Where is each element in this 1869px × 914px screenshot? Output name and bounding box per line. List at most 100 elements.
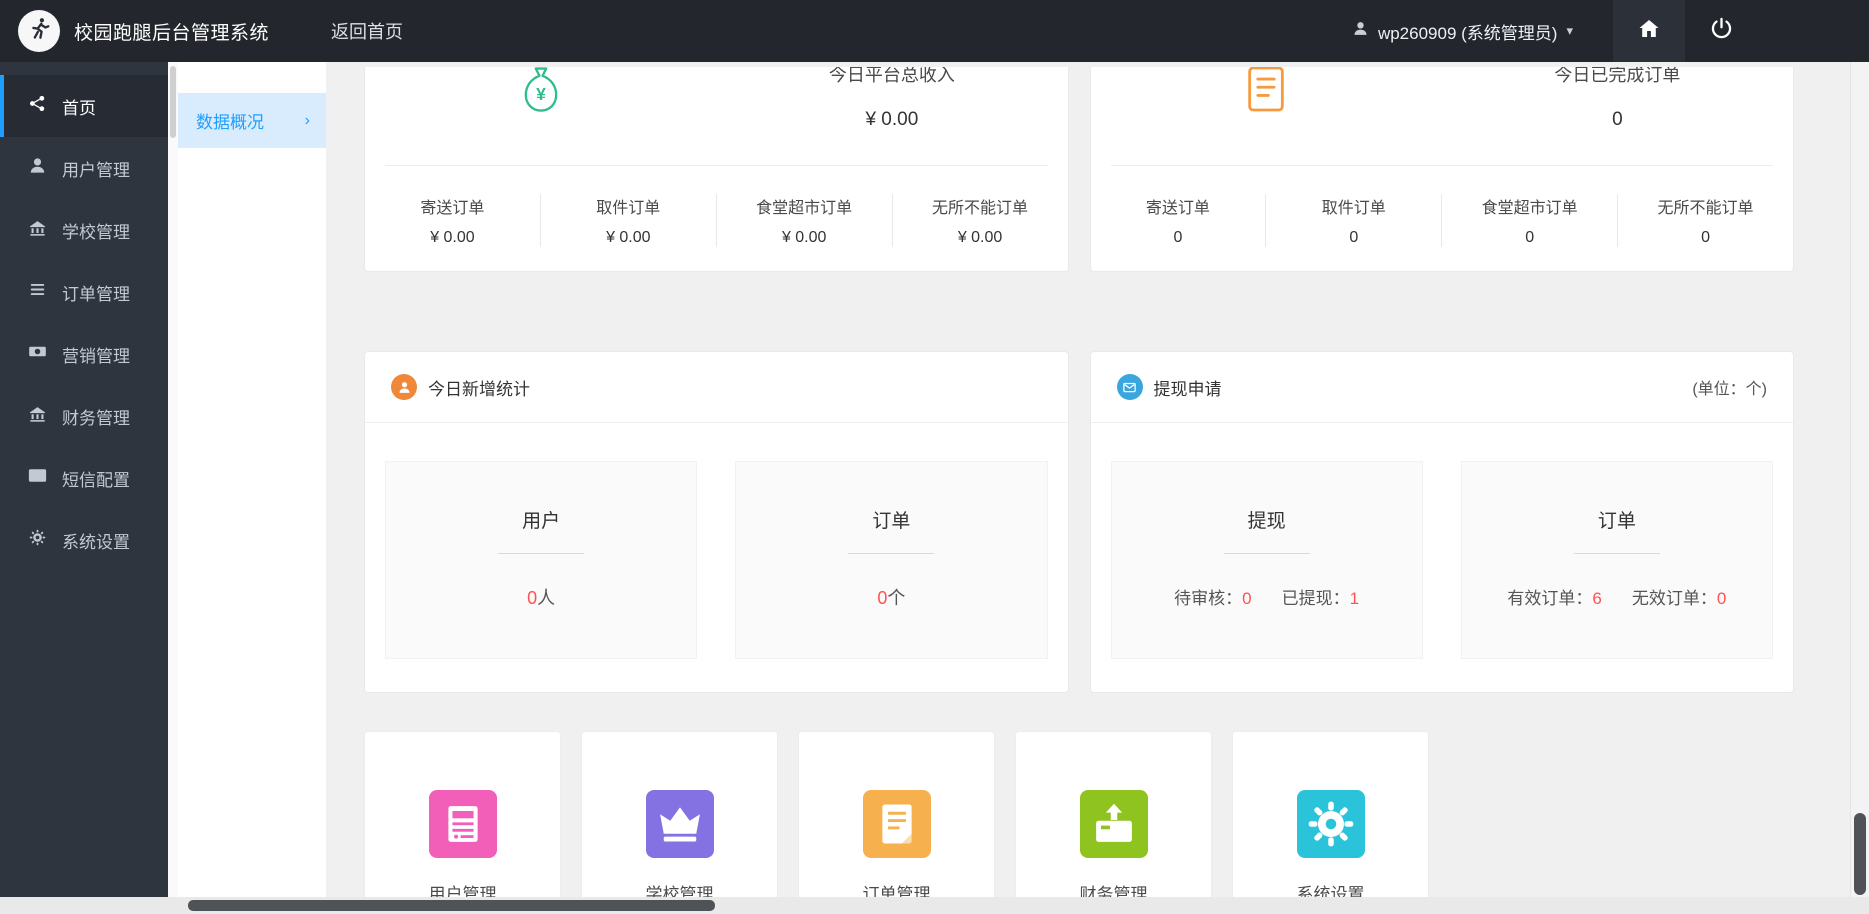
submenu-item-label: 数据概况: [196, 113, 264, 132]
bank-icon: [28, 404, 47, 428]
divider: [1573, 553, 1660, 554]
envelope-icon: [28, 466, 47, 490]
horizontal-scrollbar[interactable]: [0, 897, 1850, 914]
chevron-right-icon: ›: [304, 111, 310, 129]
document-icon: [1238, 67, 1294, 117]
invalid-orders-count: 无效订单：0: [1631, 589, 1727, 608]
withdraw-title: 提现申请: [1153, 379, 1222, 399]
scrollbar-corner: [1850, 897, 1869, 914]
shortcut-users[interactable]: 用户管理: [364, 731, 561, 897]
sidebar-item-label: 学校管理: [62, 222, 130, 242]
income-stat: 取件订单 ¥ 0.00: [539, 194, 716, 247]
income-stat: 食堂超市订单 ¥ 0.00: [715, 194, 892, 247]
income-card-title: 今日平台总收入: [828, 67, 955, 85]
income-stat: 寄送订单 ¥ 0.00: [420, 200, 485, 246]
bank-icon: [28, 218, 47, 242]
home-icon: [1637, 17, 1661, 46]
user-plus-circle-icon: [391, 374, 417, 400]
completed-card-value: 0: [1612, 109, 1623, 130]
shortcut-finance[interactable]: 财务管理: [1015, 731, 1212, 897]
sidebar-scrollbar[interactable]: [168, 62, 178, 897]
user-menu[interactable]: wp260909 (系统管理员) ▾: [1352, 19, 1573, 44]
completed-stat: 食堂超市订单 0: [1441, 194, 1617, 247]
completed-stat: 无所不能订单 0: [1617, 194, 1793, 247]
svg-text:¥: ¥: [536, 84, 546, 104]
vertical-scrollbar-thumb[interactable]: [1854, 813, 1866, 895]
sidebar-item-label: 首页: [62, 98, 96, 118]
home-button[interactable]: [1613, 0, 1685, 62]
vertical-scrollbar[interactable]: [1850, 62, 1869, 897]
user-icon: [28, 156, 47, 180]
chevron-down-icon: ▾: [1566, 23, 1573, 38]
sidebar-item-orders[interactable]: 订单管理: [0, 261, 168, 323]
income-overview-card: ¥ 今日平台总收入 ¥ 0.00 寄送订单 ¥ 0.00 取件订单 ¥ 0.00: [364, 67, 1069, 272]
form-icon: [428, 790, 497, 858]
sidebar-item-finance[interactable]: 财务管理: [0, 385, 168, 447]
income-card-value: ¥ 0.00: [865, 109, 919, 130]
shortcut-settings[interactable]: 系统设置: [1232, 731, 1429, 897]
power-icon: [1709, 16, 1734, 46]
today-orders-box: 订单 0个: [735, 461, 1048, 659]
completed-stat: 取件订单 0: [1265, 194, 1441, 247]
marketing-card-icon: [28, 342, 47, 366]
completed-card-title: 今日已完成订单: [1554, 67, 1681, 85]
horizontal-scrollbar-thumb[interactable]: [188, 900, 715, 911]
completed-stat: 寄送订单 0: [1145, 200, 1210, 246]
unit-note: (单位：个): [1692, 381, 1767, 398]
today-users-box: 用户 0人: [385, 461, 698, 659]
withdrawn-count: 已提现：1: [1281, 589, 1360, 608]
sidebar-item-label: 用户管理: [62, 160, 130, 180]
crown-icon: [645, 790, 714, 858]
sidebar-item-label: 短信配置: [62, 470, 130, 490]
gear-icon: [1296, 790, 1365, 858]
sidebar-scrollbar-thumb[interactable]: [170, 66, 176, 138]
sidebar-item-schools[interactable]: 学校管理: [0, 199, 168, 261]
sidebar-item-label: 财务管理: [62, 408, 130, 428]
header-right: wp260909 (系统管理员) ▾: [1352, 0, 1869, 62]
secondary-sidebar: 数据概况 ›: [178, 62, 326, 897]
withdraw-orders-box: 订单 有效订单：6 无效订单：0: [1460, 461, 1773, 659]
main-content: ¥ 今日平台总收入 ¥ 0.00 寄送订单 ¥ 0.00 取件订单 ¥ 0.00: [326, 62, 1850, 897]
runner-icon: [25, 15, 53, 48]
sidebar-item-home[interactable]: 首页: [0, 75, 168, 137]
shortcut-schools[interactable]: 学校管理: [581, 731, 778, 897]
username: wp260909 (系统管理员): [1377, 23, 1558, 43]
divider: [498, 553, 585, 554]
completed-orders-card: 今日已完成订单 0 寄送订单 0 取件订单 0 食堂超市订单 0 无所不能订单 …: [1089, 67, 1794, 272]
today-orders-count: 0: [877, 588, 888, 608]
gear-icon: [28, 528, 47, 552]
sidebar-item-label: 系统设置: [62, 532, 130, 552]
income-stat: 无所不能订单 ¥ 0.00: [891, 194, 1068, 247]
list-icon: [28, 280, 47, 304]
document-icon: [862, 790, 931, 858]
user-icon: [1352, 20, 1369, 42]
card-circle-icon: [1116, 374, 1143, 400]
withdraw-card: 提现申请 (单位：个) 提现 待审核：0 已提现：1 订单 有效订单：6 无效订…: [1089, 351, 1794, 693]
main-sidebar: 首页 用户管理 学校管理 订单管理 营销管理 财务管理 短信配置 系统设置: [0, 62, 168, 897]
submenu-item-data-overview[interactable]: 数据概况 ›: [178, 93, 326, 148]
share-nodes-icon: [28, 94, 47, 118]
today-stats-title: 今日新增统计: [428, 379, 530, 399]
today-stats-card: 今日新增统计 用户 0人 订单 0个: [364, 351, 1069, 693]
overview-row: ¥ 今日平台总收入 ¥ 0.00 寄送订单 ¥ 0.00 取件订单 ¥ 0.00: [364, 67, 1794, 272]
app-logo: [18, 10, 60, 52]
withdraw-box: 提现 待审核：0 已提现：1: [1110, 461, 1423, 659]
money-bag-icon: ¥: [513, 67, 569, 117]
sidebar-item-sms[interactable]: 短信配置: [0, 447, 168, 509]
sidebar-item-settings[interactable]: 系统设置: [0, 509, 168, 571]
sidebar-item-label: 营销管理: [62, 346, 130, 366]
logout-button[interactable]: [1685, 0, 1757, 62]
app-title: 校园跑腿后台管理系统: [74, 22, 270, 44]
top-navbar: 校园跑腿后台管理系统 返回首页 wp260909 (系统管理员) ▾: [0, 0, 1869, 62]
divider: [848, 553, 935, 554]
sidebar-item-label: 订单管理: [62, 284, 130, 304]
back-home-link[interactable]: 返回首页: [331, 18, 403, 44]
stats-row: 今日新增统计 用户 0人 订单 0个 提现申请 (单位：个) 提现 待审核：0 …: [364, 351, 1794, 693]
shortcuts-row: 用户管理 学校管理 订单管理 财务管理 系统设置: [364, 731, 1794, 897]
cash-icon: [1079, 790, 1148, 858]
sidebar-item-users[interactable]: 用户管理: [0, 137, 168, 199]
shortcut-orders[interactable]: 订单管理: [798, 731, 995, 897]
valid-orders-count: 有效订单：6: [1507, 589, 1602, 608]
today-users-count: 0: [527, 588, 538, 608]
sidebar-item-marketing[interactable]: 营销管理: [0, 323, 168, 385]
